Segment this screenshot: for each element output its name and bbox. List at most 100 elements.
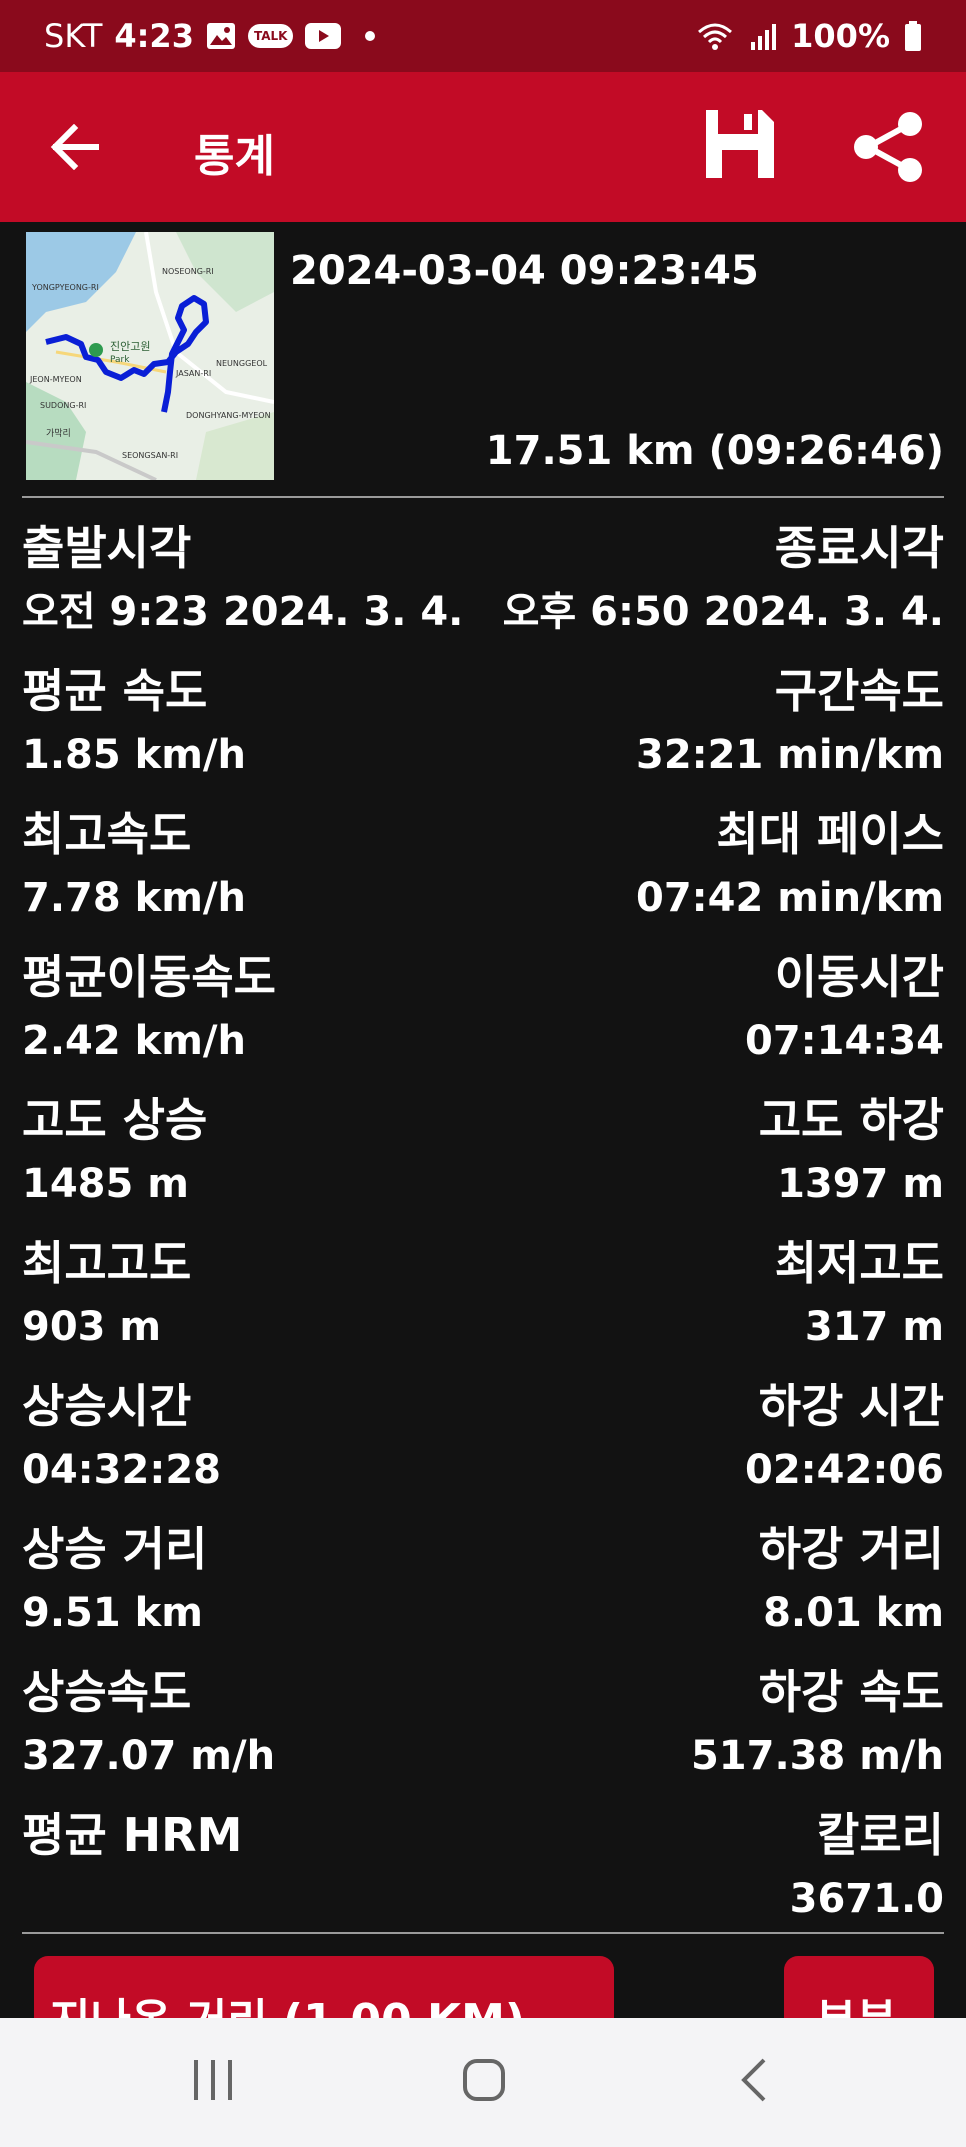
stat-label: 하강 속도 — [758, 1665, 944, 1719]
summary-date: 2024-03-04 09:23:45 — [290, 248, 759, 294]
stat-elevation-loss: 고도 하강 1397 m — [759, 1090, 944, 1214]
stat-calories: 칼로리 3671.0 — [790, 1805, 944, 1929]
divider — [22, 496, 944, 498]
stat-pace: 구간속도 32:21 min/km — [636, 661, 944, 785]
stat-max-altitude: 최고고도 903 m — [22, 1233, 191, 1357]
stat-row: 최고고도 903 m 최저고도 317 m — [22, 1233, 944, 1375]
stat-descent-speed: 하강 속도 517.38 m/h — [691, 1662, 944, 1786]
stat-end-time: 종료시각 오후 6:50 2024. 3. 4. — [503, 518, 944, 642]
map-label: SUDONG-RI — [40, 401, 86, 410]
status-left: SKT 4:23 TALK — [44, 17, 376, 55]
status-right: 100% — [695, 17, 922, 55]
stat-value: 02:42:06 — [745, 1447, 944, 1493]
map-label: Park — [110, 355, 130, 365]
stat-value: 1485 m — [22, 1161, 189, 1207]
stat-row: 평균이동속도 2.42 km/h 이동시간 07:14:34 — [22, 947, 944, 1089]
stat-label: 이동시간 — [774, 950, 944, 1004]
home-button[interactable] — [462, 2058, 506, 2106]
stat-value: 7.78 km/h — [22, 875, 246, 921]
back-nav-button[interactable] — [738, 2058, 770, 2106]
stat-min-altitude: 최저고도 317 m — [775, 1233, 944, 1357]
map-label: NEUNGGEOL — [216, 359, 268, 368]
notification-dot-icon — [365, 31, 376, 41]
chevron-left-icon — [741, 2058, 766, 2102]
stat-label: 평균이동속도 — [22, 950, 276, 1004]
share-button[interactable] — [852, 112, 924, 182]
stat-value: 517.38 m/h — [690, 1733, 944, 1779]
stat-label: 종료시각 — [774, 521, 944, 575]
system-nav-bar — [0, 2018, 966, 2147]
stat-row: 최고속도 7.78 km/h 최대 페이스 07:42 min/km — [22, 804, 944, 946]
arrow-left-icon — [50, 123, 99, 171]
carrier-name: SKT — [44, 17, 103, 55]
clock: 4:23 — [114, 17, 194, 55]
stat-value: 2.42 km/h — [22, 1018, 246, 1064]
stat-ascent-time: 상승시간 04:32:28 — [22, 1376, 221, 1500]
stat-label: 평균 HRM — [22, 1808, 243, 1862]
kakaotalk-icon: TALK — [247, 24, 294, 48]
summary-distance: 17.51 km (09:26:46) — [485, 428, 944, 474]
stat-label: 고도 하강 — [758, 1093, 944, 1147]
stat-value: 3671.0 — [789, 1876, 944, 1922]
home-icon — [463, 2059, 505, 2101]
stat-row: 고도 상승 1485 m 고도 하강 1397 m — [22, 1090, 944, 1232]
recent-apps-button[interactable] — [190, 2058, 236, 2106]
stat-label: 하강 시간 — [758, 1379, 944, 1433]
stat-label: 하강 거리 — [758, 1522, 944, 1576]
stat-value: 07:14:34 — [745, 1018, 944, 1064]
map-label: YONGPYEONG-RI — [31, 283, 99, 292]
map-label: DONGHYANG-MYEON — [186, 411, 271, 420]
stat-row: 평균 속도 1.85 km/h 구간속도 32:21 min/km — [22, 661, 944, 803]
stat-max-pace: 최대 페이스 07:42 min/km — [636, 804, 944, 928]
battery-percent: 100% — [791, 17, 890, 55]
stat-value: 903 m — [22, 1304, 162, 1350]
stat-label: 최고속도 — [22, 807, 192, 861]
stat-row: 상승속도 327.07 m/h 하강 속도 517.38 m/h — [22, 1662, 944, 1804]
stat-descent-time: 하강 시간 02:42:06 — [745, 1376, 944, 1500]
stat-value: 1.85 km/h — [22, 732, 246, 778]
stat-value: 317 m — [804, 1304, 944, 1350]
stat-label: 상승시간 — [22, 1379, 192, 1433]
stat-value: 8.01 km — [763, 1590, 944, 1636]
stat-label: 구간속도 — [774, 664, 944, 718]
stat-value: 오전 9:23 2024. 3. 4. — [22, 589, 464, 635]
youtube-icon — [305, 23, 342, 49]
stat-ascent-distance: 상승 거리 9.51 km — [22, 1519, 207, 1643]
route-map-thumbnail[interactable]: 진안고원 Park YONGPYEONG-RI NOSEONG-RI JEON-… — [26, 232, 274, 480]
map-label: JEON-MYEON — [29, 375, 82, 384]
map-label: JASAN-RI — [175, 369, 211, 378]
stat-descent-distance: 하강 거리 8.01 km — [759, 1519, 944, 1643]
map-label: 가막리 — [46, 428, 71, 439]
stat-label: 최대 페이스 — [716, 807, 944, 861]
gallery-icon — [206, 22, 236, 50]
stat-value: 1397 m — [777, 1161, 944, 1207]
stat-value: 07:42 min/km — [635, 875, 944, 921]
status-bar: SKT 4:23 TALK 100% — [0, 0, 966, 72]
app-bar: 통계 — [0, 72, 966, 222]
stat-label: 출발시각 — [22, 521, 192, 575]
stat-value: 오후 6:50 2024. 3. 4. — [502, 589, 944, 635]
stat-value: 9.51 km — [22, 1590, 203, 1636]
stat-label: 최고고도 — [22, 1236, 192, 1290]
save-button[interactable] — [706, 110, 774, 178]
page-title: 통계 — [194, 131, 275, 182]
share-icon — [854, 112, 922, 182]
stat-value: 327.07 m/h — [22, 1733, 276, 1779]
back-button[interactable] — [50, 123, 100, 171]
stat-elevation-gain: 고도 상승 1485 m — [22, 1090, 207, 1214]
stat-label: 최저고도 — [774, 1236, 944, 1290]
recent-apps-icon — [194, 2060, 232, 2100]
map-label: SEONGSAN-RI — [122, 451, 178, 460]
stat-avg-moving-speed: 평균이동속도 2.42 km/h — [22, 947, 276, 1071]
stat-row: 상승시간 04:32:28 하강 시간 02:42:06 — [22, 1376, 944, 1518]
floppy-disk-icon — [706, 110, 774, 178]
map-label: 진안고원 — [110, 340, 150, 353]
stat-ascent-speed: 상승속도 327.07 m/h — [22, 1662, 275, 1786]
stat-row: 평균 HRM 칼로리 3671.0 — [22, 1805, 944, 1947]
stat-average-speed: 평균 속도 1.85 km/h — [22, 661, 246, 785]
map-label: NOSEONG-RI — [162, 267, 214, 276]
stat-label: 평균 속도 — [22, 664, 208, 718]
signal-icon — [749, 22, 777, 50]
stat-row: 출발시각 오전 9:23 2024. 3. 4. 종료시각 오후 6:50 20… — [22, 518, 944, 660]
stat-label: 칼로리 — [817, 1808, 944, 1862]
